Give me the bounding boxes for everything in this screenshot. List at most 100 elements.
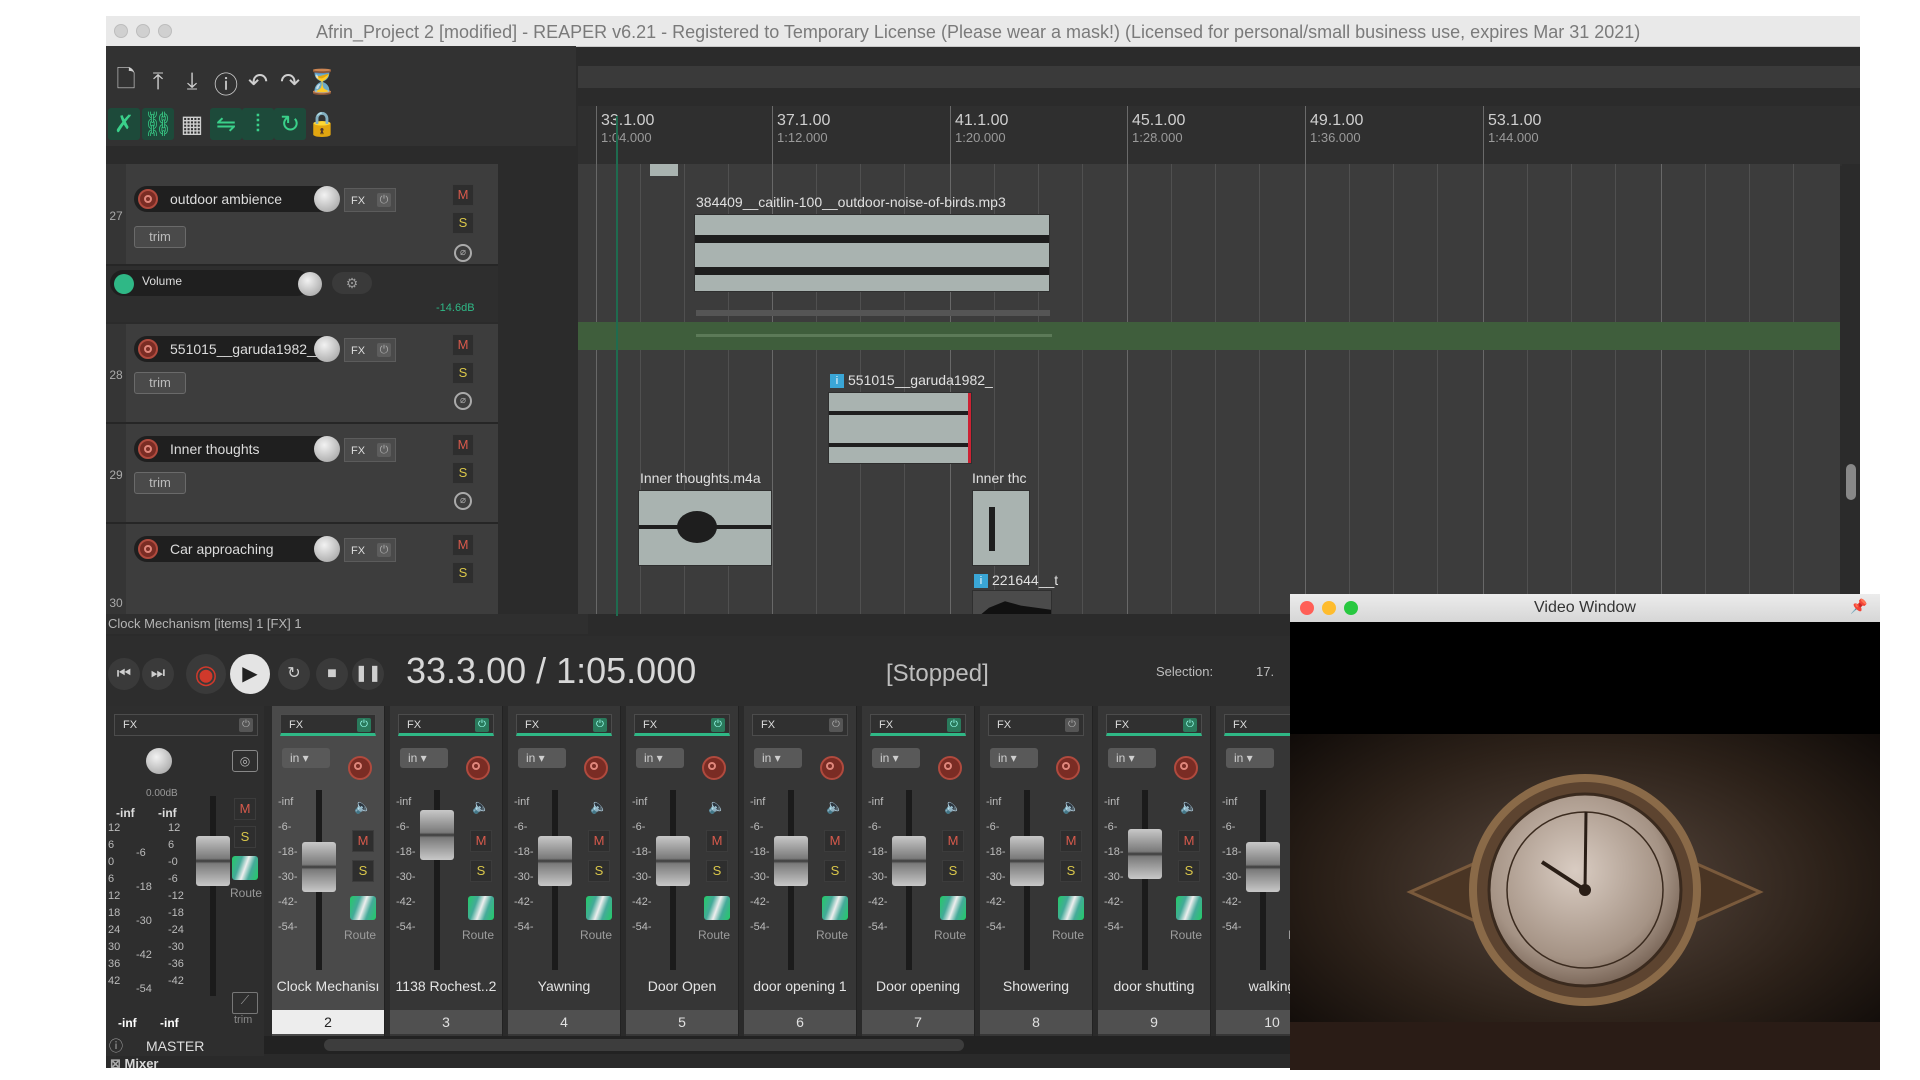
fx-bypass-icon[interactable]: ⏻ [829, 718, 843, 732]
route-icon[interactable] [232, 856, 258, 880]
track-fx-button[interactable]: FX ⏻ [344, 188, 396, 212]
channel-name[interactable]: Door Open [626, 978, 738, 994]
track-name-field[interactable]: outdoor ambience [134, 186, 334, 212]
phase-invert-icon[interactable]: ⌀ [454, 244, 472, 262]
record-arm-button[interactable] [138, 339, 158, 359]
media-item[interactable] [694, 214, 1050, 292]
repeat-icon[interactable]: ↻ [278, 658, 310, 690]
fader-cap[interactable] [656, 836, 690, 886]
redo-icon[interactable]: ↷ [274, 66, 306, 98]
go-to-end-icon[interactable]: ⏭ [142, 658, 174, 690]
fx-bypass-icon[interactable]: ⏻ [377, 193, 391, 207]
record-arm-button[interactable] [702, 756, 726, 780]
info-icon[interactable]: ⓘ [106, 1036, 126, 1056]
record-arm-button[interactable] [584, 756, 608, 780]
solo-button[interactable]: S [1178, 860, 1200, 882]
volume-fader[interactable] [774, 790, 808, 970]
mute-button[interactable]: M [470, 830, 492, 852]
input-monitor-button[interactable]: in ▾ [282, 748, 330, 768]
mute-button[interactable]: M [352, 830, 374, 852]
fx-bypass-icon[interactable]: ⏻ [475, 718, 489, 732]
channel-number[interactable]: 5 [626, 1010, 738, 1034]
channel-fx-button[interactable]: FX⏻ [988, 714, 1084, 736]
fx-bypass-icon[interactable]: ⏻ [947, 718, 961, 732]
solo-button[interactable]: S [452, 362, 474, 384]
link-icon[interactable]: ⛓ [142, 108, 174, 140]
mute-button[interactable]: M [706, 830, 728, 852]
input-monitor-button[interactable]: in ▾ [518, 748, 566, 768]
record-arm-button[interactable] [1174, 756, 1198, 780]
route-icon[interactable] [350, 896, 376, 920]
mute-button[interactable]: M [942, 830, 964, 852]
fader-cap[interactable] [774, 836, 808, 886]
scroll-thumb[interactable] [1846, 464, 1856, 500]
auto-crossfade-icon[interactable]: ⇋ [210, 108, 242, 140]
timeline-ruler[interactable]: 33.1.00 1:04.000 37.1.00 1:12.000 41.1.00 1… [578, 106, 1860, 166]
record-arm-button[interactable] [820, 756, 844, 780]
close-tab-icon[interactable]: ⊠ [110, 1056, 121, 1068]
ruler-region-lane[interactable] [578, 66, 1860, 88]
volume-fader[interactable] [1128, 790, 1162, 970]
mute-button[interactable]: M [1060, 830, 1082, 852]
pin-icon[interactable]: 📌 [1850, 598, 1867, 615]
fx-bypass-icon[interactable]: ⏻ [1065, 718, 1079, 732]
automation-mode-button[interactable]: trim [134, 472, 186, 494]
render-icon[interactable]: ⤓ [176, 66, 208, 98]
speaker-icon[interactable]: 🔈 [472, 798, 489, 815]
master-fader[interactable] [196, 796, 230, 996]
mute-button[interactable]: M [588, 830, 610, 852]
video-window[interactable]: Video Window 📌 [1290, 594, 1880, 1070]
record-arm-button[interactable] [938, 756, 962, 780]
track-header[interactable]: 27 outdoor ambience FX ⏻ trim M S ⌀ [106, 164, 498, 266]
channel-name[interactable]: door opening 1 [744, 978, 856, 994]
master-mute-button[interactable]: M [234, 798, 256, 820]
item-info-icon[interactable]: i [974, 574, 988, 588]
speaker-icon[interactable]: 🔈 [826, 798, 843, 815]
automation-mode-button[interactable]: trim [134, 226, 186, 248]
phase-invert-icon[interactable]: ⌀ [454, 392, 472, 410]
channel-fx-button[interactable]: FX⏻ [752, 714, 848, 736]
volume-fader[interactable] [420, 790, 454, 970]
volume-knob[interactable] [314, 186, 340, 212]
media-item[interactable] [828, 392, 972, 464]
track-fx-button[interactable]: FX ⏻ [344, 338, 396, 362]
metronome-icon[interactable]: ⏳ [306, 66, 338, 98]
envelope-knob[interactable] [298, 272, 322, 296]
info-icon[interactable]: ⓘ [210, 66, 242, 99]
channel-number[interactable]: 4 [508, 1010, 620, 1034]
track-name-field[interactable]: Car approaching [134, 536, 334, 562]
channel-fx-button[interactable]: FX⏻ [516, 714, 612, 736]
solo-button[interactable]: S [452, 212, 474, 234]
speaker-icon[interactable]: 🔈 [1180, 798, 1197, 815]
solo-button[interactable]: S [452, 562, 474, 584]
stop-icon[interactable]: ■ [316, 658, 348, 690]
input-monitor-button[interactable]: in ▾ [400, 748, 448, 768]
record-arm-button[interactable] [348, 756, 372, 780]
record-arm-button[interactable] [466, 756, 490, 780]
volume-knob[interactable] [314, 436, 340, 462]
channel-fx-button[interactable]: FX⏻ [398, 714, 494, 736]
channel-number[interactable]: 3 [390, 1010, 502, 1034]
input-monitor-button[interactable]: in ▾ [636, 748, 684, 768]
item-info-icon[interactable]: i [830, 374, 844, 388]
route-icon[interactable] [822, 896, 848, 920]
close-window-button[interactable] [114, 24, 128, 38]
channel-fx-button[interactable]: FX⏻ [280, 714, 376, 736]
channel-fx-button[interactable]: FX⏻ [1106, 714, 1202, 736]
mute-button[interactable]: M [452, 434, 474, 456]
fader-cap[interactable] [302, 842, 336, 892]
mute-button[interactable]: M [452, 334, 474, 356]
automation-mode-button[interactable]: trim [134, 372, 186, 394]
channel-fx-button[interactable]: FX⏻ [870, 714, 966, 736]
channel-number[interactable]: 6 [744, 1010, 856, 1034]
channel-name[interactable]: Showering [980, 978, 1092, 994]
channel-name[interactable]: 1138 Rochest..2 [390, 978, 502, 994]
input-monitor-button[interactable]: in ▾ [754, 748, 802, 768]
route-icon[interactable] [1176, 896, 1202, 920]
fx-bypass-icon[interactable]: ⏻ [711, 718, 725, 732]
record-arm-button[interactable] [138, 539, 158, 559]
track-header[interactable]: 29 Inner thoughts FX ⏻ trim M S ⌀ [106, 424, 498, 524]
edit-cursor[interactable] [616, 116, 618, 616]
fx-bypass-icon[interactable]: ⏻ [593, 718, 607, 732]
envelope-settings-icon[interactable]: ⚙ [332, 272, 372, 294]
